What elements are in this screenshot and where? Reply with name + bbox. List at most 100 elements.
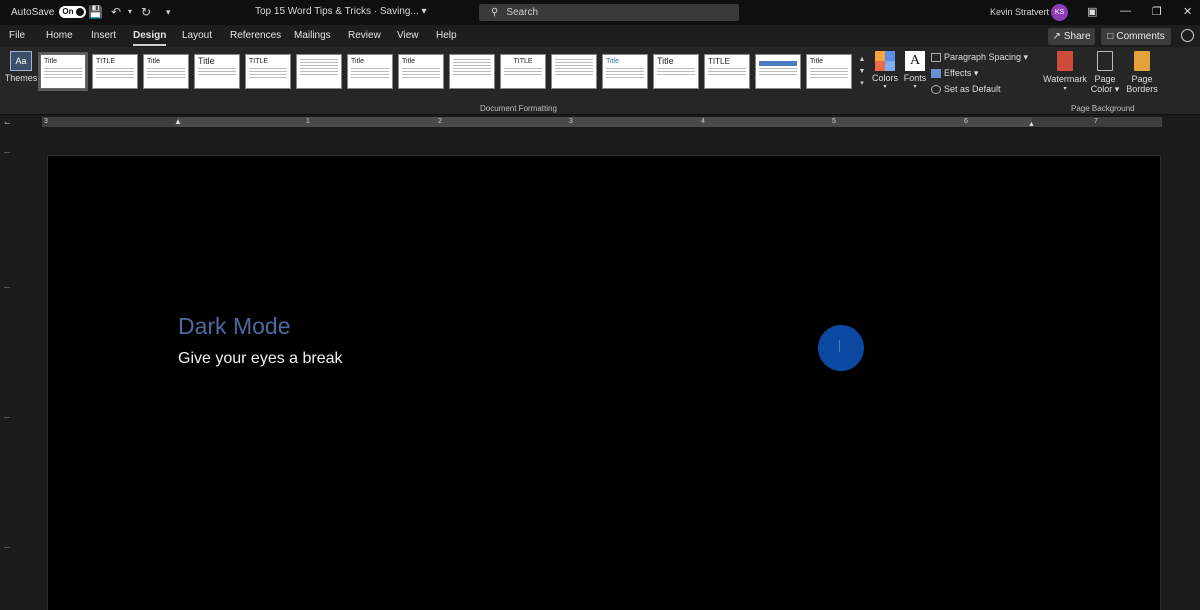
ruler-number: 5 [832, 118, 836, 125]
feedback-icon[interactable] [1181, 29, 1194, 42]
document-title[interactable]: Top 15 Word Tips & Tricks · Saving... ▾ [255, 6, 427, 17]
avatar[interactable]: KS [1051, 4, 1068, 21]
document-page[interactable] [47, 155, 1161, 610]
gallery-down-icon[interactable]: ▼ [858, 66, 866, 78]
customize-toolbar-icon[interactable]: ▾ [166, 5, 171, 19]
gallery-more-icon[interactable]: ▾ [858, 78, 866, 90]
save-icon[interactable]: 💾 [88, 5, 103, 19]
vertical-ruler[interactable]: — — — — [0, 130, 12, 610]
style-set-title: Title [657, 56, 674, 66]
tab-file[interactable]: File [9, 30, 25, 41]
style-set-title: TITLE [96, 58, 116, 65]
ribbon: Aa Themes Title TITLE Title Title TITLE … [0, 47, 1200, 115]
document-heading[interactable]: Dark Mode [178, 313, 290, 340]
undo-dropdown-icon[interactable]: ▾ [128, 5, 132, 19]
colors-icon [875, 51, 895, 71]
style-set-title: Title [351, 58, 364, 65]
gallery-scroll[interactable]: ▲ ▼ ▾ [858, 54, 866, 90]
autosave-control[interactable]: AutoSave On [11, 6, 87, 18]
style-set-title: TITLE [708, 57, 730, 66]
style-set-title: TITLE [249, 58, 269, 65]
style-set-thumbnail[interactable]: TITLE [500, 54, 546, 89]
fonts-button[interactable]: A Fonts ▾ [902, 51, 928, 90]
document-body-text[interactable]: Give your eyes a break [178, 350, 343, 368]
ribbon-tabs: File Home Insert Design Layout Reference… [0, 25, 1200, 47]
page-borders-icon [1134, 51, 1150, 71]
watermark-button[interactable]: Watermark ▾ [1042, 51, 1088, 94]
ruler-number: 1 [306, 118, 310, 125]
themes-label: Themes [4, 73, 38, 83]
search-input[interactable]: ⚲ Search [479, 4, 739, 21]
style-set-thumbnail[interactable] [551, 54, 597, 89]
redo-icon[interactable]: ↻ [141, 5, 151, 19]
tab-design[interactable]: Design [133, 30, 167, 46]
style-set-thumbnail[interactable]: Title [653, 54, 699, 89]
autosave-label: AutoSave [11, 6, 55, 18]
style-set-thumbnail[interactable] [755, 54, 801, 89]
page-color-button[interactable]: Page Color ▾ [1090, 51, 1120, 94]
watermark-label: Watermark [1043, 74, 1087, 84]
tab-view[interactable]: View [397, 30, 419, 41]
tab-layout[interactable]: Layout [182, 30, 212, 41]
search-icon: ⚲ [491, 7, 499, 18]
page-borders-label-1: Page [1131, 74, 1153, 84]
themes-button[interactable]: Aa Themes [4, 51, 38, 83]
horizontal-ruler[interactable] [42, 117, 1162, 127]
comment-icon: □ [1107, 31, 1114, 42]
search-placeholder: Search [506, 7, 539, 18]
tab-insert[interactable]: Insert [91, 30, 116, 41]
share-button[interactable]: ↗ Share [1048, 28, 1095, 45]
tab-home[interactable]: Home [46, 30, 73, 41]
style-set-thumbnail[interactable]: Title [194, 54, 240, 89]
paragraph-spacing-label: Paragraph Spacing ▾ [944, 52, 1029, 62]
style-set-thumbnail[interactable]: Title [806, 54, 852, 89]
tab-mailings[interactable]: Mailings [294, 30, 331, 41]
tab-help[interactable]: Help [436, 30, 457, 41]
autosave-toggle[interactable]: On [59, 6, 87, 18]
style-set-title: TITLE [513, 58, 533, 65]
style-set-thumbnail[interactable] [296, 54, 342, 89]
ruler-number: 7 [1094, 118, 1098, 125]
comments-button[interactable]: □ Comments [1101, 28, 1171, 45]
indent-marker-icon[interactable]: ▲ [174, 117, 182, 126]
fonts-icon: A [905, 51, 925, 71]
effects-button[interactable]: Effects ▾ [931, 68, 978, 79]
style-set-thumbnail[interactable]: Title [602, 54, 648, 89]
ruler-number: 3 [44, 118, 48, 125]
page-color-label-2: Color ▾ [1090, 84, 1120, 94]
set-as-default-button[interactable]: Set as Default [931, 84, 1001, 94]
style-set-thumbnail[interactable]: Title [347, 54, 393, 89]
fonts-label: Fonts [903, 73, 927, 83]
ruler-number: 2 [438, 118, 442, 125]
style-set-thumbnail[interactable]: Title [40, 54, 86, 89]
tab-review[interactable]: Review [348, 30, 381, 41]
page-borders-label-2: Borders [1126, 84, 1158, 94]
share-label: Share [1063, 31, 1091, 42]
style-set-title: Title [198, 56, 215, 66]
right-indent-marker-icon[interactable]: ▲ [1028, 121, 1035, 128]
style-set-thumbnail[interactable]: Title [143, 54, 189, 89]
page-color-label-1: Page [1094, 74, 1116, 84]
colors-button[interactable]: Colors ▾ [870, 51, 900, 90]
page-borders-button[interactable]: Page Borders [1124, 51, 1160, 94]
undo-icon[interactable]: ↶ [111, 5, 121, 19]
checkmark-icon [931, 84, 941, 94]
style-set-thumbnail[interactable]: TITLE [704, 54, 750, 89]
style-set-thumbnail[interactable]: TITLE [92, 54, 138, 89]
restore-icon[interactable]: ❐ [1152, 5, 1162, 18]
tab-references[interactable]: References [230, 30, 281, 41]
close-icon[interactable]: ✕ [1183, 5, 1192, 18]
paragraph-spacing-button[interactable]: Paragraph Spacing ▾ [931, 52, 1028, 63]
style-set-title: Title [606, 58, 619, 65]
style-set-thumbnail[interactable] [449, 54, 495, 89]
watermark-icon [1057, 51, 1073, 71]
minimize-icon[interactable]: — [1120, 5, 1131, 17]
style-set-thumbnail[interactable]: Title [398, 54, 444, 89]
ribbon-display-icon[interactable]: ▣ [1087, 5, 1097, 18]
themes-icon: Aa [10, 51, 32, 71]
style-set-thumbnail[interactable]: TITLE [245, 54, 291, 89]
user-name[interactable]: Kevin Stratvert [990, 7, 1049, 17]
gallery-up-icon[interactable]: ▲ [858, 54, 866, 66]
tab-selector-icon[interactable]: ⌙ [4, 118, 11, 127]
title-bar: AutoSave On 💾 ↶ ▾ ↻ ▾ Top 15 Word Tips &… [0, 0, 1200, 25]
